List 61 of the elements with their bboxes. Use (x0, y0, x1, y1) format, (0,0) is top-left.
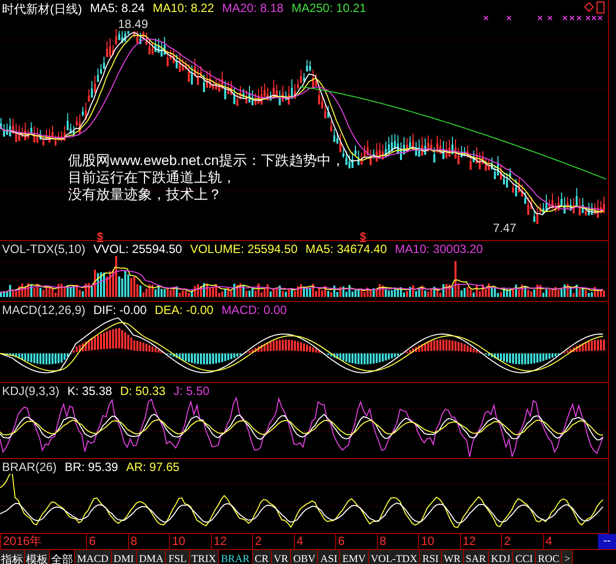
indicator-tab[interactable]: DMI (112, 550, 137, 564)
axis-label: 8 (376, 534, 418, 549)
indicator-title: BRAR(26) (2, 460, 57, 474)
indicator-tab[interactable]: CCI (513, 550, 536, 564)
indicator-value: DEA: -0.00 (154, 303, 214, 317)
signal-marker: $ (97, 231, 104, 243)
indicator-tab[interactable]: ASI (318, 550, 340, 564)
indicator-value: MA10: 8.22 (152, 1, 214, 15)
indicator-value: MA5: 34674.40 (306, 242, 387, 256)
indicator-value: VOLUME: 25594.50 (190, 242, 298, 256)
indicator-tab[interactable]: OBV (291, 550, 318, 564)
signal-marker: $ (360, 231, 366, 243)
indicator-tab[interactable]: SAR (464, 550, 490, 564)
indicator-value: MA20: 8.18 (222, 1, 284, 15)
stock-title: 时代新材(日线) (2, 1, 82, 18)
indicator-tab[interactable]: MACD (75, 550, 112, 564)
indicator-value: MA10: 30003.20 (394, 242, 483, 256)
axis-label: 8 (128, 534, 169, 549)
indicator-tab[interactable]: RSI (420, 550, 442, 564)
indicator-tab[interactable]: VOL-TDX (368, 550, 420, 564)
indicator-title: VOL-TDX(5,10) (2, 242, 86, 256)
corner-label: -- (598, 534, 616, 549)
indicator-tab[interactable]: KDJ (489, 550, 514, 564)
indicator-value: MA250: 10.21 (291, 1, 366, 15)
scroll-tabs-button[interactable]: > (562, 550, 574, 564)
indicator-value: DIF: -0.00 (93, 303, 147, 317)
indicator-tab[interactable]: TRIX (190, 550, 220, 564)
indicator-tab[interactable]: VR (272, 550, 292, 564)
indicator-value: D: 50.33 (120, 384, 166, 398)
indicator-title: KDJ(9,3,3) (2, 384, 60, 398)
indicator-value: VVOL: 25594.50 (93, 242, 182, 256)
rectangle-icon (596, 2, 604, 14)
diamond-icon (584, 2, 594, 12)
indicator-tab[interactable]: FSL (166, 550, 190, 564)
indicator-value: K: 35.38 (67, 384, 112, 398)
axis-label: 6 (86, 534, 128, 549)
axis-label: 12 (460, 534, 501, 549)
indicator-tab[interactable]: CR (252, 550, 272, 564)
annotation-text: 侃股网www.eweb.net.cn提示：下跌趋势中， 目前运行在下跌通道上轨， 没有放量迹象，技术上？ (68, 152, 345, 203)
indicator-tab[interactable]: BRAR (219, 550, 253, 564)
indicator-value: AR: 97.65 (126, 460, 180, 474)
indicator-tab[interactable]: EMV (340, 550, 369, 564)
low-price-label: 7.47 (493, 221, 516, 235)
high-price-label: 18.49 (118, 17, 148, 31)
indicator-value: MACD: 0.00 (221, 303, 287, 317)
indicator-tab[interactable]: ROC (536, 550, 562, 564)
axis-label: 4 (294, 534, 335, 549)
indicator-value: MA5: 8.24 (90, 1, 145, 15)
axis-label: 2 (252, 534, 294, 549)
axis-label: 2 (501, 534, 542, 549)
axis-label: 4 (542, 534, 584, 549)
axis-label: 6 (335, 534, 376, 549)
indicator-value: J: 5.50 (173, 384, 210, 398)
axis-label: 12 (210, 534, 252, 549)
axis-label: 10 (418, 534, 460, 549)
indicator-title: MACD(12,26,9) (2, 303, 86, 317)
indicator-tab[interactable]: WR (442, 550, 464, 564)
indicator-tab[interactable]: DMA (136, 550, 166, 564)
axis-label: 2016年 (0, 534, 86, 549)
axis-label: 10 (169, 534, 210, 549)
indicator-value: BR: 95.39 (64, 460, 118, 474)
